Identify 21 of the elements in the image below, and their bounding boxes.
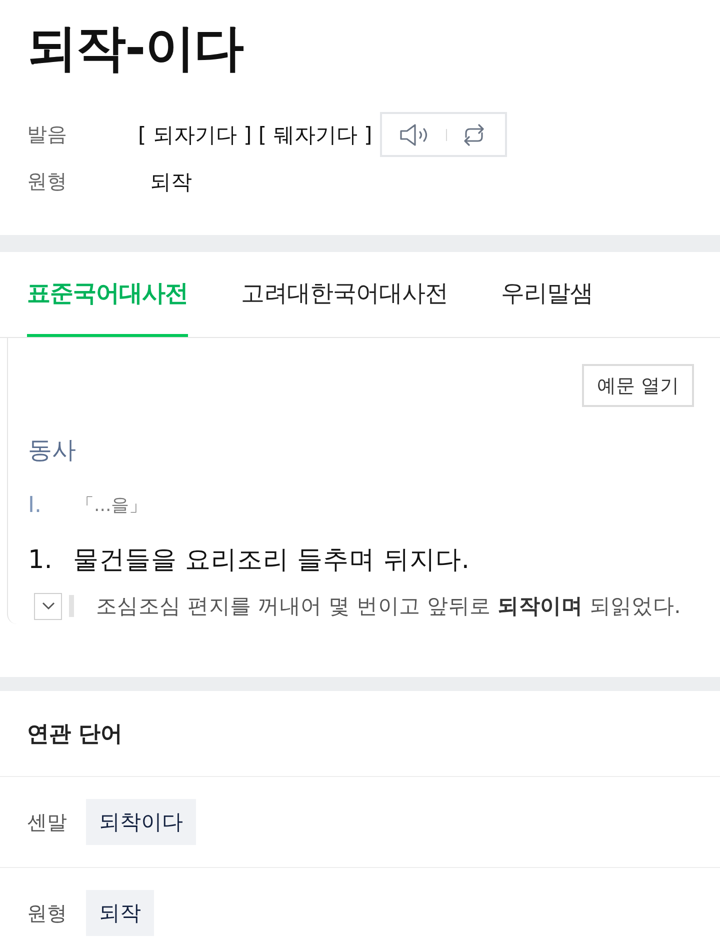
related-word-link[interactable]: 되작 (86, 890, 154, 936)
pronunciation-text: [ 되자기다 ] [ 뒈자기다 ] (138, 122, 372, 148)
pattern-number: I. (28, 492, 42, 520)
pattern-text: 「...을」 (76, 494, 148, 518)
dictionary-tab[interactable]: 고려대한국어대사전 (241, 252, 448, 337)
part-of-speech: 동사 (28, 435, 76, 466)
sense-number: 1. (28, 544, 54, 576)
related-word-link[interactable]: 되착이다 (86, 799, 196, 845)
quote-bar (69, 595, 74, 617)
definition-text: 물건들을 요리조리 들추며 뒤지다. (73, 544, 470, 576)
expand-toggle-button[interactable] (34, 592, 62, 620)
open-examples-button[interactable]: 예문 열기 (582, 364, 694, 407)
headword: 되작-이다 (27, 18, 243, 79)
info-label: 원형 (27, 168, 68, 195)
base-form-text: 되작 (149, 168, 192, 196)
section-title: 연관 단어 (27, 720, 123, 748)
dictionary-tab[interactable]: 우리말샘 (501, 252, 593, 337)
relation-label: 센말 (27, 808, 68, 836)
relation-label: 원형 (27, 900, 68, 926)
example-sentence: 조심조심 편지를 꺼내어 몇 번이고 앞뒤로 되작이며 되읽었다. (96, 593, 682, 620)
info-label: 발음 (27, 121, 68, 148)
